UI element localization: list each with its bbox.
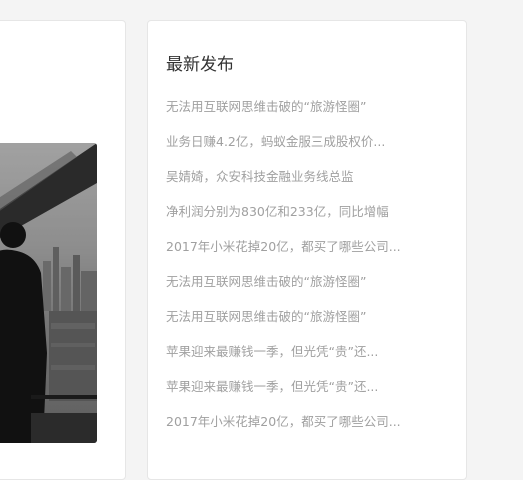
news-item-3[interactable]: 吴婧婍，众安科技金融业务线总监 bbox=[166, 169, 456, 204]
latest-news-panel: 最新发布 无法用互联网思维击破的“旅游怪圈” 业务日赚4.2亿，蚂蚁金服三成股权… bbox=[147, 20, 467, 480]
article-card bbox=[0, 20, 126, 480]
news-item-10[interactable]: 2017年小米花掉20亿，都买了哪些公司... bbox=[166, 414, 456, 449]
news-item-5[interactable]: 2017年小米花掉20亿，都买了哪些公司... bbox=[166, 239, 456, 274]
news-item-1[interactable]: 无法用互联网思维击破的“旅游怪圈” bbox=[166, 99, 456, 134]
news-item-7[interactable]: 无法用互联网思维击破的“旅游怪圈” bbox=[166, 309, 456, 344]
news-item-4[interactable]: 净利润分别为830亿和233亿，同比增幅 bbox=[166, 204, 456, 239]
article-photo[interactable] bbox=[0, 143, 97, 443]
news-item-6[interactable]: 无法用互联网思维击破的“旅游怪圈” bbox=[166, 274, 456, 309]
news-list: 无法用互联网思维击破的“旅游怪圈” 业务日赚4.2亿，蚂蚁金服三成股权价... … bbox=[166, 99, 456, 449]
cityscape-silhouette-image bbox=[0, 143, 97, 443]
news-item-9[interactable]: 苹果迎来最赚钱一季，但光凭“贵”还... bbox=[166, 379, 456, 414]
latest-news-title: 最新发布 bbox=[166, 55, 234, 75]
news-item-2[interactable]: 业务日赚4.2亿，蚂蚁金服三成股权价... bbox=[166, 134, 456, 169]
news-item-8[interactable]: 苹果迎来最赚钱一季，但光凭“贵”还... bbox=[166, 344, 456, 379]
